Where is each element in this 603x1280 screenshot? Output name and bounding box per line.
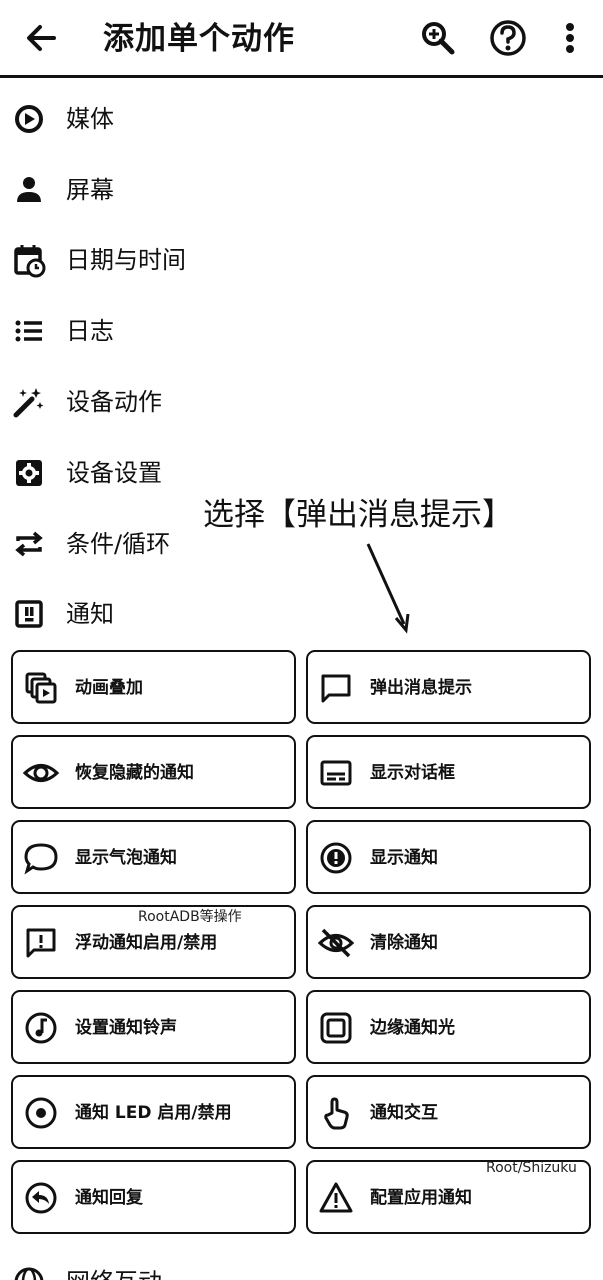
category-log[interactable]: 日志 (0, 297, 603, 367)
action-card-edge-light[interactable]: 边缘通知光 (306, 990, 591, 1064)
reply-icon (25, 1182, 57, 1214)
page-title: 添加单个动作 (103, 21, 295, 57)
action-card-popup-message[interactable]: 弹出消息提示 (306, 650, 591, 724)
category-label: 日期与时间 (66, 246, 186, 274)
action-label: 配置应用通知 (370, 1188, 472, 1208)
action-label: 通知 LED 启用/禁用 (75, 1103, 232, 1123)
category-media[interactable]: 媒体 (0, 85, 603, 155)
globe-icon (14, 1267, 44, 1280)
action-label: 边缘通知光 (370, 1018, 455, 1038)
category-label: 媒体 (66, 105, 114, 133)
category-screen[interactable]: 屏幕 (0, 156, 603, 226)
action-label: 清除通知 (370, 933, 438, 953)
category-device-action[interactable]: 设备动作 (0, 368, 603, 438)
dialog-icon (320, 760, 352, 786)
action-card-notification-ringtone[interactable]: 设置通知铃声 (11, 990, 296, 1064)
action-label: 通知交互 (370, 1103, 438, 1123)
list-icon (15, 320, 42, 342)
music-note-icon (25, 1012, 57, 1044)
app-bar: 添加单个动作 (0, 0, 603, 78)
action-label: 恢复隐藏的通知 (75, 763, 194, 783)
action-label: 弹出消息提示 (370, 678, 472, 698)
category-label: 网络互动 (66, 1265, 162, 1280)
arrow-left-icon (27, 25, 56, 51)
action-card-clear-notification[interactable]: 清除通知 (306, 905, 591, 979)
settings-box-icon (16, 460, 42, 486)
category-label: 设备设置 (66, 459, 162, 487)
person-icon (17, 177, 41, 202)
magic-wand-icon (13, 388, 44, 418)
led-icon (25, 1097, 57, 1129)
floating-alert-icon (26, 928, 56, 958)
action-card-show-dialog[interactable]: 显示对话框 (306, 735, 591, 809)
play-circle-icon (15, 105, 43, 133)
eye-off-icon (317, 928, 355, 958)
action-card-restore-hidden[interactable]: 恢复隐藏的通知 (11, 735, 296, 809)
action-label: 显示通知 (370, 848, 438, 868)
action-card-animation-overlay[interactable]: 动画叠加 (11, 650, 296, 724)
category-label: 设备动作 (66, 388, 162, 416)
more-options-button[interactable] (550, 16, 590, 60)
action-card-notification-interaction[interactable]: 通知交互 (306, 1075, 591, 1149)
search-icon (422, 22, 455, 55)
repeat-icon (15, 531, 43, 557)
stacked-image-icon (25, 672, 57, 704)
action-card-show-notification[interactable]: 显示通知 (306, 820, 591, 894)
notification-alert-icon (320, 842, 352, 874)
category-notifications[interactable]: 通知 (0, 580, 603, 650)
watermark-text: RootADB等操作 (138, 909, 242, 925)
watermark-text: Root/Shizuku (486, 1160, 577, 1176)
more-vert-icon (566, 23, 574, 53)
action-label: 动画叠加 (75, 678, 143, 698)
category-label: 通知 (66, 600, 114, 628)
category-date-time[interactable]: 日期与时间 (0, 226, 603, 296)
calendar-clock-icon (14, 245, 46, 278)
help-button[interactable] (488, 16, 528, 60)
action-label: 通知回复 (75, 1188, 143, 1208)
action-label: 显示气泡通知 (75, 848, 177, 868)
category-label: 屏幕 (66, 176, 114, 204)
back-button[interactable] (20, 18, 60, 58)
category-label: 日志 (66, 317, 114, 345)
warning-icon (319, 1182, 353, 1213)
action-card-bubble-notification[interactable]: 显示气泡通知 (11, 820, 296, 894)
edge-light-icon (320, 1012, 352, 1044)
action-label: 设置通知铃声 (75, 1018, 177, 1038)
eye-icon (22, 764, 60, 782)
help-icon (490, 20, 526, 56)
search-button[interactable] (418, 16, 458, 60)
category-network[interactable]: 网络互动 (0, 1248, 603, 1280)
notification-box-icon (15, 600, 43, 628)
annotation-text: 选择【弹出消息提示】 (203, 497, 513, 533)
annotation-arrow-icon (366, 543, 410, 634)
touch-hand-icon (324, 1097, 349, 1130)
action-card-notification-led[interactable]: 通知 LED 启用/禁用 (11, 1075, 296, 1149)
action-label: 显示对话框 (370, 763, 455, 783)
action-label: 浮动通知启用/禁用 (75, 933, 218, 953)
chat-bubble-icon (24, 843, 58, 875)
message-bubble-icon (321, 674, 351, 703)
category-label: 条件/循环 (66, 530, 171, 558)
action-card-notification-reply[interactable]: 通知回复 (11, 1160, 296, 1234)
